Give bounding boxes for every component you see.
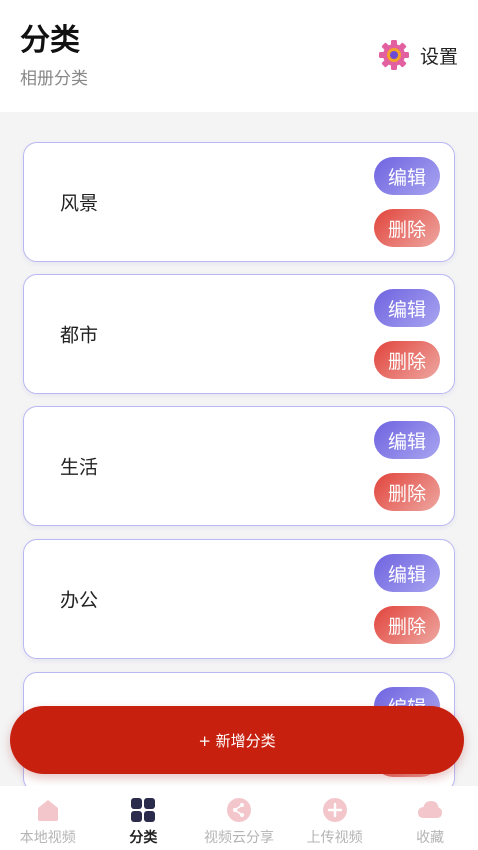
tab-label: 收藏 [416,830,445,846]
page-subtitle: 相册分类 [20,69,88,89]
category-card: 生活 编辑 删除 [23,406,455,526]
edit-button[interactable]: 编辑 [374,157,440,195]
category-card: 都市 编辑 删除 [23,274,455,394]
settings-button[interactable]: 设置 [378,38,458,72]
tab-label: 本地视频 [19,830,76,846]
category-name: 都市 [60,324,99,347]
category-name: 办公 [60,589,99,612]
tab-video-cloud-share[interactable]: 视频云分享 [191,786,287,850]
category-card: 风景 编辑 删除 [23,142,455,262]
grid-icon [131,798,156,822]
tab-label: 视频云分享 [203,830,274,846]
cloud-icon [418,801,443,818]
delete-button[interactable]: 删除 [374,209,440,247]
tab-local-video[interactable]: 本地视频 [0,786,96,850]
settings-label: 设置 [419,45,458,68]
category-list[interactable]: 风景 编辑 删除 都市 编辑 删除 生活 编辑 删除 办公 编辑 删除 编辑 删… [0,112,478,786]
delete-button[interactable]: 删除 [374,341,440,379]
home-icon [37,800,58,821]
category-card: 办公 编辑 删除 [23,539,455,659]
category-name: 生活 [60,456,99,479]
tab-label: 分类 [129,830,158,846]
share-icon [226,798,251,822]
edit-button[interactable]: 编辑 [374,289,440,327]
header: 分类 相册分类 设置 [0,0,478,112]
edit-button[interactable]: 编辑 [374,554,440,592]
edit-button[interactable]: 编辑 [374,421,440,459]
gear-icon [378,40,409,70]
tab-favorites[interactable]: 收藏 [382,786,478,850]
bottom-tab-bar: 本地视频 分类 视频云分享 上传视频 收藏 [0,786,478,850]
tab-upload-video[interactable]: 上传视频 [287,786,383,850]
category-name: 风景 [60,192,99,215]
add-category-button[interactable]: + 新增分类 [10,706,464,774]
delete-button[interactable]: 删除 [374,473,440,511]
upload-icon [322,798,347,822]
tab-label: 上传视频 [306,830,363,846]
delete-button[interactable]: 删除 [374,606,440,644]
page-title: 分类 [20,23,80,58]
tab-category[interactable]: 分类 [96,786,192,850]
